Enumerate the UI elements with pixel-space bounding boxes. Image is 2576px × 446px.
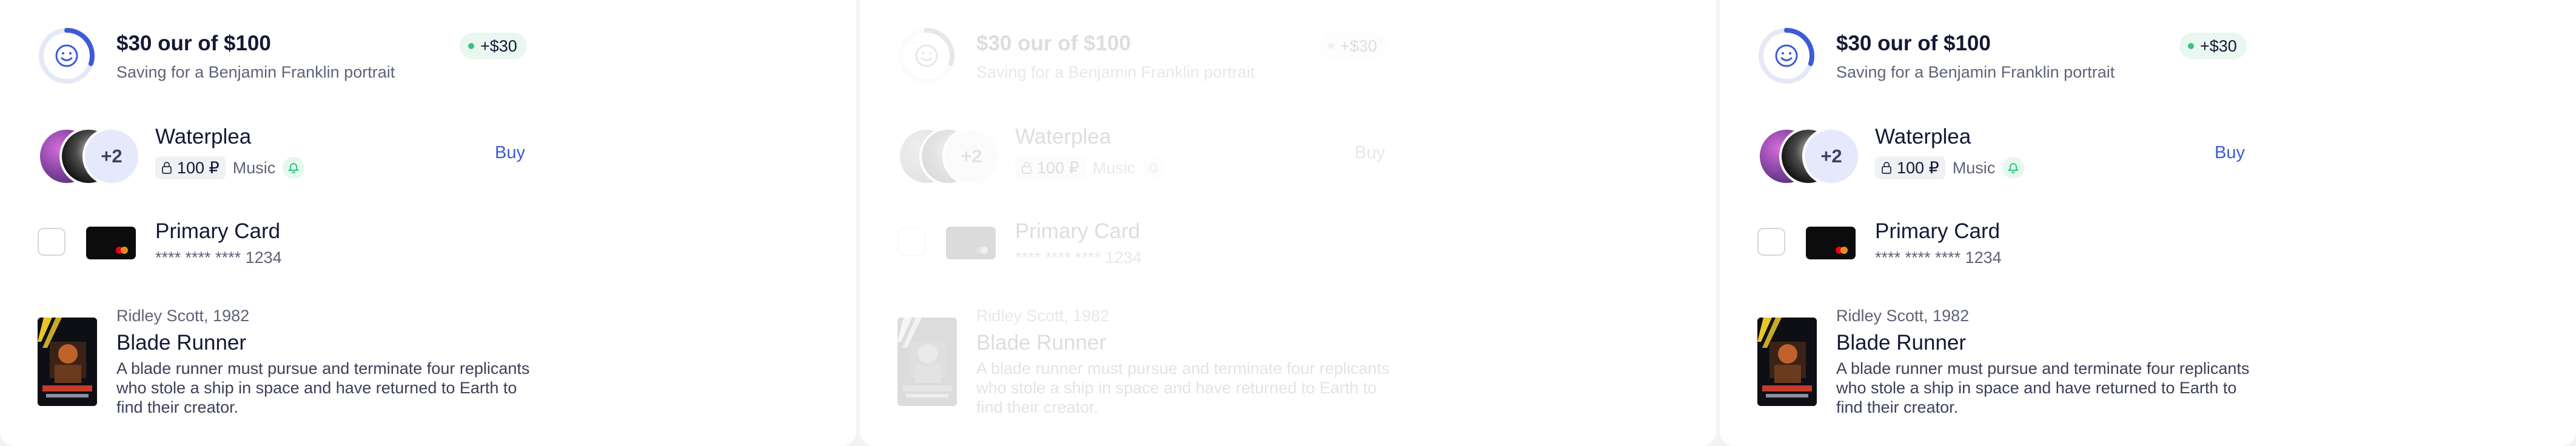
mastercard-icon [116,247,128,254]
status-dot [1328,43,1334,49]
card-name: Primary Card [1015,219,1141,243]
genre-label: Music [1952,158,1996,177]
price-label: 100 ₽ [1897,158,1939,177]
movie-description: A blade runner must pursue and terminate… [116,359,530,416]
progress-ring [38,27,96,85]
status-dot [468,43,474,49]
progress-title: $30 our of $100 [1836,32,1991,55]
card-thumbnail [1806,227,1856,259]
avatar-more-count: +2 [942,127,1001,185]
card-name: Primary Card [155,219,281,243]
card-thumbnail [946,227,996,259]
smile-icon [55,44,78,67]
movie-title: Blade Runner [1836,331,1967,354]
artist-name: Waterplea [1015,125,1112,148]
card-checkbox[interactable] [1757,228,1785,256]
movie-meta: Ridley Scott, 1982 [1836,307,1970,325]
avatar-more-count: +2 [1802,127,1860,185]
progress-title: $30 our of $100 [116,32,271,55]
artist-meta: 100 ₽ Music [1875,156,2025,179]
card-name: Primary Card [1875,219,2001,243]
card-checkbox[interactable] [38,228,65,256]
movie-meta: Ridley Scott, 1982 [116,307,250,325]
card-thumbnail [86,227,136,259]
buy-link[interactable]: Buy [2215,143,2245,163]
movie-poster [38,318,97,406]
movie-description: A blade runner must pursue and terminate… [1836,359,2250,416]
progress-badge: +$30 [460,33,527,59]
avatar-stack: +2 [38,127,141,185]
price-chip: 100 ₽ [1015,156,1085,179]
buy-link[interactable]: Buy [495,143,525,163]
progress-subtitle: Saving for a Benjamin Franklin portrait [976,63,1255,81]
card-number: **** **** **** 1234 [1875,248,2002,267]
smile-icon [1775,44,1798,67]
artist-meta: 100 ₽ Music [1015,156,1165,179]
artist-name: Waterplea [1875,125,1971,148]
lock-icon [1882,162,1891,174]
buy-link: Buy [1355,143,1385,162]
movie-meta: Ridley Scott, 1982 [976,307,1110,325]
avatar-more-count: +2 [82,127,141,185]
progress-badge: +$30 [2179,33,2247,59]
genre-label: Music [1092,158,1136,177]
mastercard-icon [1836,247,1848,254]
price-chip: 100 ₽ [155,156,226,179]
lock-icon [162,162,172,174]
price-chip: 100 ₽ [1875,156,1945,179]
progress-subtitle: Saving for a Benjamin Franklin portrait [1836,63,2115,81]
bell-icon[interactable] [2002,157,2025,179]
progress-title: $30 our of $100 [976,32,1131,55]
panel-1: $30 our of $100 Saving for a Benjamin Fr… [0,0,856,446]
smile-icon [915,44,938,67]
avatar-stack: +2 [1757,127,1860,185]
badge-label: +$30 [2200,36,2237,55]
mastercard-icon [976,247,988,254]
progress-subtitle: Saving for a Benjamin Franklin portrait [116,63,395,81]
card-number: **** **** **** 1234 [155,248,282,267]
movie-title: Blade Runner [116,331,247,354]
card-number: **** **** **** 1234 [1015,248,1142,267]
panel-2: $30 our of $100 Saving for a Benjamin Fr… [860,0,1716,446]
progress-ring [897,27,956,85]
artist-meta: 100 ₽ Music [155,156,305,179]
movie-description: A blade runner must pursue and terminate… [976,359,1390,416]
stage: $30 our of $100 Saving for a Benjamin Fr… [0,0,2576,446]
bell-icon[interactable] [283,157,305,179]
bell-icon [1142,157,1165,179]
badge-label: +$30 [480,36,517,55]
genre-label: Music [232,158,276,177]
progress-ring [1757,27,1816,85]
avatar-stack: +2 [897,127,1001,185]
panel-3: $30 our of $100 Saving for a Benjamin Fr… [1720,0,2576,446]
price-label: 100 ₽ [177,158,220,177]
movie-title: Blade Runner [976,331,1107,354]
progress-badge: +$30 [1320,33,1387,59]
price-label: 100 ₽ [1037,158,1079,177]
lock-icon [1022,162,1031,174]
movie-poster [1757,318,1817,406]
status-dot [2188,43,2194,49]
movie-poster [897,318,957,406]
badge-label: +$30 [1340,36,1377,55]
artist-name: Waterplea [155,125,252,148]
card-checkbox [897,228,925,256]
